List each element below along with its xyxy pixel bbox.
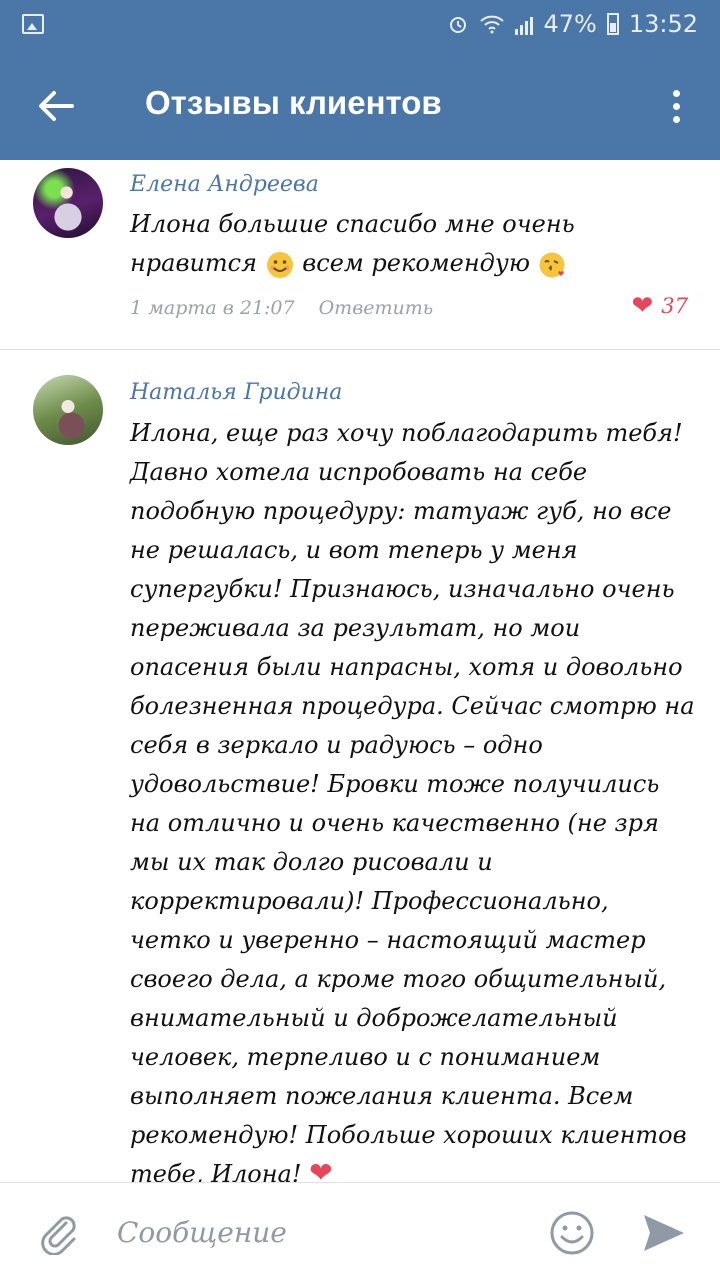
- comment-text: Илона, еще раз хочу поблагодарить тебя! …: [130, 414, 695, 1182]
- signal-icon: [515, 13, 534, 35]
- comment-item: Елена Андреева Илона большие спасибо мне…: [0, 160, 720, 350]
- avatar[interactable]: [33, 168, 103, 238]
- wifi-icon: [480, 15, 505, 34]
- status-right: 47% 13:52: [447, 10, 698, 38]
- status-time: 13:52: [628, 10, 698, 38]
- battery-percent: 47%: [543, 10, 597, 38]
- message-composer: [0, 1182, 720, 1281]
- comment-date: 1 марта в 21:07: [130, 297, 295, 319]
- image-icon: [22, 14, 44, 34]
- like-button[interactable]: ❤ 37: [631, 293, 688, 319]
- heart-icon: ❤: [631, 291, 654, 321]
- comment-text-body: Илона, еще раз хочу поблагодарить тебя! …: [130, 419, 695, 1182]
- like-count: 37: [661, 294, 688, 318]
- app-bar: Отзывы клиентов: [0, 52, 720, 160]
- comment-meta: 1 марта в 21:07 Ответить: [130, 297, 433, 319]
- page-title: Отзывы клиентов: [145, 84, 442, 121]
- reply-button[interactable]: Ответить: [319, 297, 434, 319]
- avatar[interactable]: [33, 375, 103, 445]
- comment-text-part: всем рекомендую: [302, 249, 530, 277]
- send-icon[interactable]: [640, 1211, 688, 1255]
- smiling-face-emoji-icon: [266, 251, 293, 278]
- comment-text: Илона большие спасибо мне очень нравится…: [130, 205, 695, 283]
- comment-author[interactable]: Наталья Гридина: [130, 380, 342, 405]
- heart-emoji-icon: ❤: [309, 1156, 333, 1183]
- kissing-face-emoji-icon: [539, 252, 565, 277]
- smile-icon[interactable]: [548, 1209, 596, 1257]
- more-vertical-icon[interactable]: [662, 82, 690, 130]
- paperclip-icon[interactable]: [36, 1211, 80, 1255]
- alarm-icon: [450, 17, 467, 33]
- comment-item: Наталья Гридина Илона, еще раз хочу побл…: [0, 350, 720, 1182]
- message-input[interactable]: [115, 1205, 539, 1259]
- comments-list: Елена Андреева Илона большие спасибо мне…: [0, 160, 720, 1182]
- battery-icon: [606, 13, 619, 35]
- arrow-left-icon[interactable]: [32, 82, 80, 130]
- status-bar: 47% 13:52: [0, 0, 720, 52]
- comment-author[interactable]: Елена Андреева: [130, 172, 319, 197]
